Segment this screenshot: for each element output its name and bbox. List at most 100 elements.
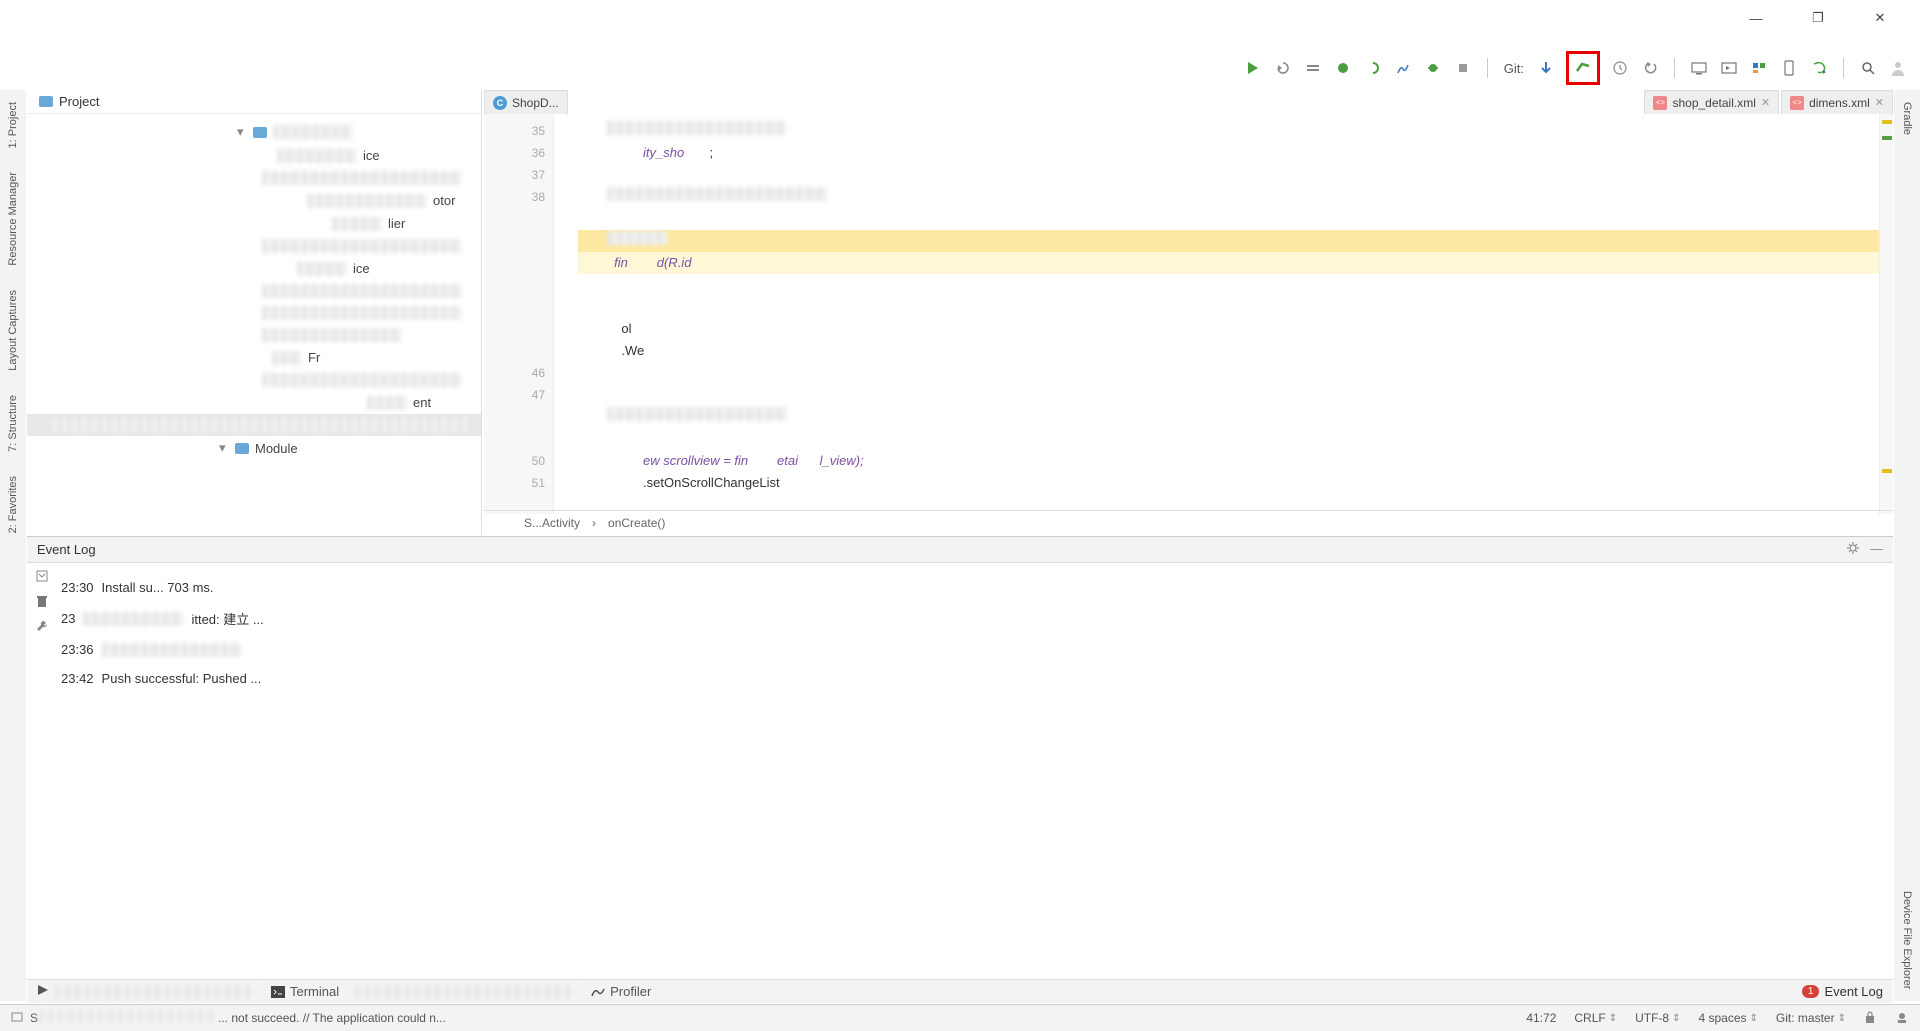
tree-item[interactable]: ice (353, 261, 370, 276)
apply-changes-icon[interactable] (1303, 58, 1323, 78)
wrench-icon[interactable] (35, 619, 49, 636)
git-commit-icon[interactable] (1573, 58, 1593, 78)
bottom-tab-event-log[interactable]: 1 Event Log (1802, 984, 1883, 999)
status-encoding[interactable]: UTF-8 (1635, 1011, 1680, 1025)
window-titlebar: — ❐ ✕ (1734, 0, 1920, 36)
editor-tab-label: ShopD... (512, 96, 559, 110)
tree-arrow-icon[interactable]: ▾ (237, 124, 247, 140)
breadcrumb: S...Activity › onCreate() (484, 510, 1893, 535)
run-icon[interactable] (1243, 58, 1263, 78)
avd-manager-icon[interactable] (1689, 58, 1709, 78)
project-panel-header: Project (27, 90, 481, 114)
class-file-icon: C (493, 96, 507, 110)
breadcrumb-item[interactable]: S...Activity (524, 516, 580, 530)
git-update-icon[interactable] (1536, 58, 1556, 78)
trash-icon[interactable] (35, 594, 49, 611)
breadcrumb-item[interactable]: onCreate() (608, 516, 665, 530)
tree-item[interactable]: Module (255, 441, 298, 456)
user-icon[interactable] (1888, 58, 1908, 78)
sdk-manager-icon[interactable] (1719, 58, 1739, 78)
tree-item[interactable]: lier (388, 216, 405, 231)
profiler-icon (591, 986, 605, 998)
event-log-panel: Event Log — 23:30Install su... 703 ms. 2… (27, 536, 1893, 754)
close-tab-icon[interactable]: ✕ (1761, 96, 1770, 109)
event-log-content[interactable]: 23:30Install su... 703 ms. 23itted: 建立 .… (57, 563, 1893, 755)
log-row: 23itted: 建立 ... (61, 602, 1889, 635)
right-tool-strip: Gradle Device File Explorer (1894, 90, 1920, 1001)
search-icon[interactable] (1858, 58, 1878, 78)
git-commit-highlight (1566, 51, 1600, 85)
close-button[interactable]: ✕ (1858, 4, 1902, 32)
gear-icon[interactable] (1846, 541, 1860, 558)
editor-tab[interactable]: <> shop_detail.xml ✕ (1644, 90, 1779, 114)
project-tree[interactable]: ▾ ice otor lier ice Fr ent ▾ Module (27, 114, 481, 466)
log-row: 23:30Install su... 703 ms. (61, 573, 1889, 602)
status-position[interactable]: 41:72 (1526, 1011, 1556, 1025)
terminal-icon (271, 986, 285, 998)
left-tool-strip: 1: Project Resource Manager Layout Captu… (0, 90, 26, 1001)
bottom-tool-tabs: Terminal Profiler 1 Event Log (27, 979, 1893, 1003)
resource-manager-icon[interactable] (1749, 58, 1769, 78)
filter-icon[interactable] (35, 569, 49, 586)
debug-icon[interactable] (1333, 58, 1353, 78)
editor-gutter: 35363738 4647 5051 (484, 114, 554, 514)
status-message: S... not succeed. // The application cou… (30, 1011, 446, 1025)
main-toolbar: Git: (1243, 52, 1908, 84)
xml-file-icon: <> (1790, 96, 1804, 110)
tree-item[interactable]: ice (363, 148, 380, 163)
bottom-tab-terminal[interactable]: Terminal (261, 984, 349, 999)
left-tab-resource-manager[interactable]: Resource Manager (5, 160, 21, 278)
editor-tab[interactable]: C ShopD... (484, 90, 568, 114)
tree-item[interactable]: ent (413, 395, 431, 410)
code-text: fin d(R.id (614, 255, 691, 270)
lock-icon[interactable] (1864, 1010, 1876, 1027)
status-bar: S... not succeed. // The application cou… (0, 1004, 1920, 1031)
tree-item[interactable]: otor (433, 193, 455, 208)
left-tab-favorites[interactable]: 2: Favorites (5, 464, 21, 545)
log-row: 23:42Push successful: Pushed ... (61, 664, 1889, 693)
left-tab-project[interactable]: 1: Project (5, 90, 21, 160)
project-panel-title: Project (59, 94, 99, 109)
status-line-separator[interactable]: CRLF (1574, 1011, 1617, 1025)
status-message-icon (10, 1010, 24, 1027)
event-log-title: Event Log (37, 542, 96, 557)
code-text: .We (621, 343, 644, 358)
hide-panel-icon[interactable]: — (1870, 541, 1883, 558)
editor-tab[interactable]: <> dimens.xml ✕ (1781, 90, 1893, 114)
bottom-tab-profiler[interactable]: Profiler (581, 984, 661, 999)
maximize-button[interactable]: ❐ (1796, 4, 1840, 32)
rerun-icon[interactable] (1273, 58, 1293, 78)
git-rollback-icon[interactable] (1640, 58, 1660, 78)
folder-icon (235, 443, 249, 454)
attach-debugger-icon[interactable] (1423, 58, 1443, 78)
left-tab-layout-captures[interactable]: Layout Captures (5, 278, 21, 383)
log-row: 23:36 (61, 635, 1889, 664)
editor-content[interactable]: ity_sho ; fin d(R.id ol .We ew scrollvie… (554, 114, 1893, 514)
layout-inspector-icon[interactable] (1779, 58, 1799, 78)
stop-icon[interactable] (1453, 58, 1473, 78)
code-editor[interactable]: 35363738 4647 5051 ity_sho ; fin d(R.id … (484, 114, 1893, 514)
tree-arrow-icon[interactable]: ▾ (219, 440, 229, 456)
git-history-icon[interactable] (1610, 58, 1630, 78)
coverage-icon[interactable] (1363, 58, 1383, 78)
tree-item[interactable]: Fr (308, 350, 320, 365)
folder-icon (39, 96, 53, 107)
event-log-toolbar (27, 563, 57, 755)
minimize-button[interactable]: — (1734, 4, 1778, 32)
status-git-branch[interactable]: Git: master (1776, 1011, 1846, 1025)
left-tab-structure[interactable]: 7: Structure (5, 383, 21, 464)
sync-gradle-icon[interactable] (1809, 58, 1829, 78)
editor-scrollmap[interactable] (1879, 114, 1893, 514)
right-tab-device-file-explorer[interactable]: Device File Explorer (1899, 879, 1915, 1001)
event-count-badge: 1 (1802, 985, 1820, 998)
run-tool-icon[interactable] (37, 984, 49, 999)
git-label: Git: (1504, 61, 1524, 76)
memory-indicator-icon[interactable] (1894, 1010, 1910, 1027)
folder-icon (253, 127, 267, 138)
right-tab-gradle[interactable]: Gradle (1899, 90, 1915, 147)
profile-icon[interactable] (1393, 58, 1413, 78)
xml-file-icon: <> (1653, 96, 1667, 110)
code-text: .setOnScrollChangeList (643, 475, 780, 490)
close-tab-icon[interactable]: ✕ (1875, 96, 1884, 109)
status-indent[interactable]: 4 spaces (1699, 1011, 1758, 1025)
